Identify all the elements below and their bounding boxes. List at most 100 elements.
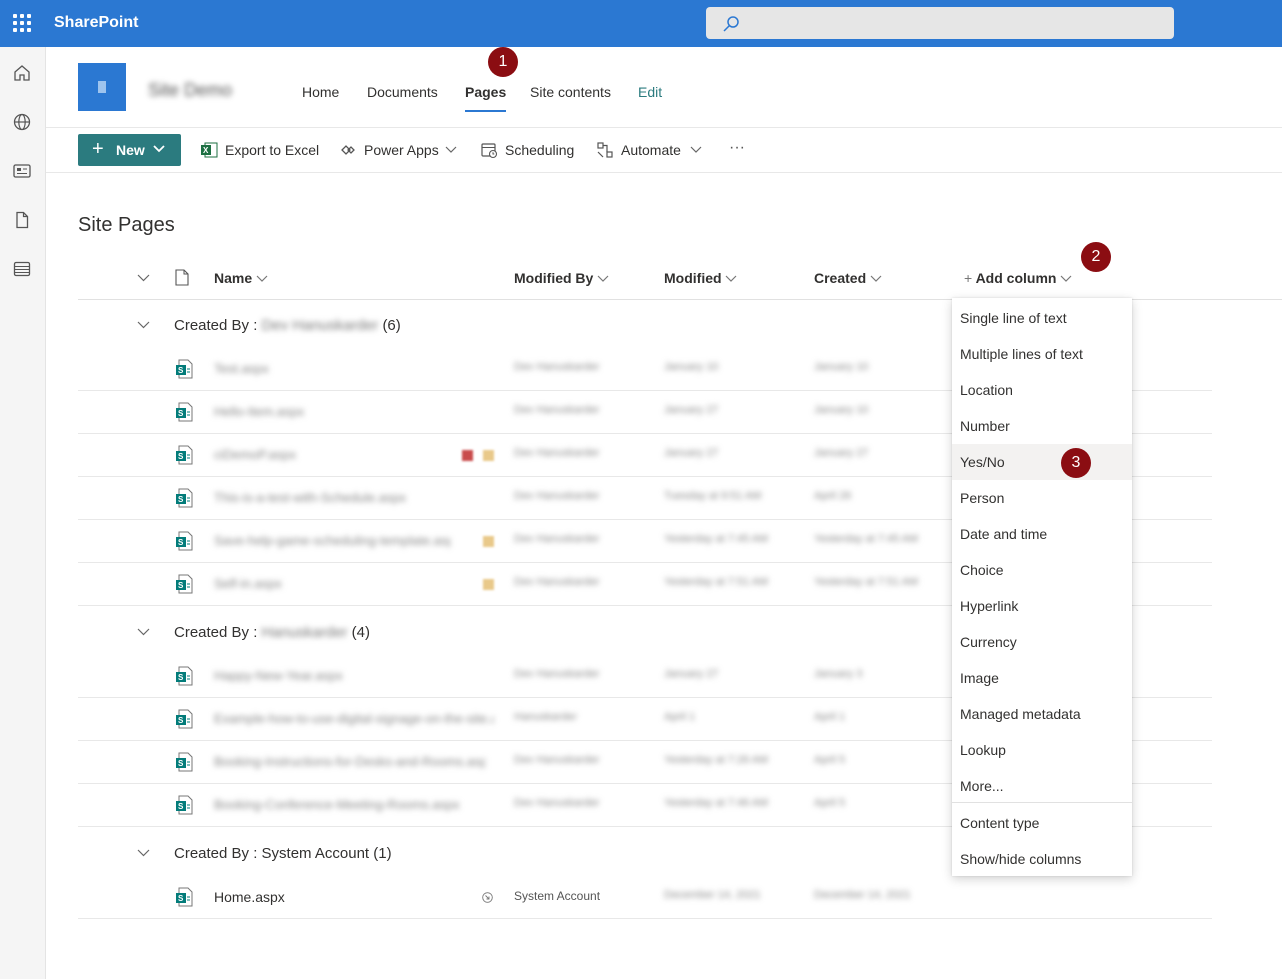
app-launcher-icon[interactable] xyxy=(13,14,31,32)
menu-item-managed-metadata[interactable]: Managed metadata xyxy=(952,696,1132,732)
menu-item-lookup[interactable]: Lookup xyxy=(952,732,1132,768)
modified-date: April 1 xyxy=(664,711,696,723)
chevron-down-icon[interactable] xyxy=(137,321,150,329)
nav-site-contents[interactable]: Site contents xyxy=(530,84,611,100)
automate-button[interactable]: Automate xyxy=(621,142,681,158)
created-date: April 5 xyxy=(814,754,846,766)
export-to-excel-button[interactable]: Export to Excel xyxy=(225,142,319,158)
menu-item-image[interactable]: Image xyxy=(952,660,1132,696)
menu-item-yes-no[interactable]: Yes/No xyxy=(952,444,1132,480)
modified-by: Dev Hanuskarder xyxy=(514,576,600,588)
menu-item-choice[interactable]: Choice xyxy=(952,552,1132,588)
menu-item-content-type[interactable]: Content type xyxy=(952,805,1132,841)
menu-item-single-line-of-text[interactable]: Single line of text xyxy=(952,300,1132,336)
file-type-icon[interactable] xyxy=(175,269,189,286)
file-name[interactable]: Home.aspx xyxy=(214,889,285,905)
group-header[interactable]: Created By : System Account (1) xyxy=(174,845,392,862)
svg-text:S: S xyxy=(178,409,184,418)
add-column-button[interactable]: + Add column xyxy=(964,270,1072,286)
chevron-down-icon[interactable] xyxy=(137,274,150,282)
svg-text:S: S xyxy=(178,495,184,504)
file-name[interactable]: Save-help-game-scheduling-template.aspx xyxy=(214,533,450,548)
nav-documents[interactable]: Documents xyxy=(367,84,438,100)
brand-title[interactable]: SharePoint xyxy=(54,14,138,32)
news-icon[interactable] xyxy=(12,161,32,181)
chevron-down-icon[interactable] xyxy=(137,628,150,636)
modified-by: Dev Hanuskarder xyxy=(514,404,600,416)
file-name[interactable]: Test.aspx xyxy=(214,361,269,376)
modified-by: Dev Hanuskarder xyxy=(514,447,600,459)
menu-item-date-and-time[interactable]: Date and time xyxy=(952,516,1132,552)
menu-item-label: Lookup xyxy=(960,742,1006,758)
power-apps-icon xyxy=(341,145,355,155)
menu-item-label: More... xyxy=(960,778,1004,794)
excel-icon: X xyxy=(201,142,218,158)
menu-item-label: Date and time xyxy=(960,526,1048,542)
file-name[interactable]: This-is-a-test-with-Schedule.aspx xyxy=(214,490,406,505)
chevron-down-icon[interactable] xyxy=(137,849,150,857)
menu-item-multiple-lines-of-text[interactable]: Multiple lines of text xyxy=(952,336,1132,372)
file-name[interactable]: Hello-Item.aspx xyxy=(214,404,304,419)
menu-item-label: Multiple lines of text xyxy=(960,346,1083,362)
chevron-down-icon[interactable] xyxy=(445,146,457,154)
modified-by: Dev Hanuskarder xyxy=(514,533,600,545)
site-name[interactable]: Site Demo xyxy=(148,80,232,101)
nav-home[interactable]: Home xyxy=(302,84,339,100)
modified-date: Tuesday at 9:51 AM xyxy=(664,490,762,502)
menu-item-label: Managed metadata xyxy=(960,706,1081,722)
menu-item-location[interactable]: Location xyxy=(952,372,1132,408)
page-title: Site Pages xyxy=(78,214,175,236)
created-date: January 27 xyxy=(814,447,869,459)
group-header[interactable]: Created By : Dev Hanuskarder (6) xyxy=(174,317,401,334)
menu-item-hyperlink[interactable]: Hyperlink xyxy=(952,588,1132,624)
menu-item-person[interactable]: Person xyxy=(952,480,1132,516)
modified-date: January 27 xyxy=(664,447,719,459)
nav-pages[interactable]: Pages xyxy=(465,84,507,112)
file-name[interactable]: ciDemoP.aspx xyxy=(214,447,296,462)
site-logo[interactable] xyxy=(78,63,126,111)
group-header[interactable]: Created By : Hanuskarder (4) xyxy=(174,624,370,641)
column-header-modified[interactable]: Modified xyxy=(664,270,737,286)
menu-item-label: Image xyxy=(960,670,999,686)
modified-by: Dev Hanuskarder xyxy=(514,754,600,766)
modified-by: System Account xyxy=(514,889,601,903)
menu-item-number[interactable]: Number xyxy=(952,408,1132,444)
new-button[interactable]: + New xyxy=(78,134,181,166)
chevron-down-icon xyxy=(597,275,609,282)
step-marker: 3 xyxy=(1061,448,1091,478)
power-apps-button[interactable]: Power Apps xyxy=(364,142,439,158)
created-date: January 10 xyxy=(814,404,869,416)
sharepoint-page-icon: S xyxy=(176,445,193,465)
file-name[interactable]: Booking-Instructions-for-Desks-and-Rooms… xyxy=(214,754,486,769)
file-icon[interactable] xyxy=(12,210,32,230)
column-header-name[interactable]: Name xyxy=(214,270,268,286)
home-icon[interactable] xyxy=(12,63,32,83)
file-name[interactable]: Example-how-to-use-digital-signage-on-th… xyxy=(214,711,494,726)
column-name-label: Name xyxy=(214,270,253,286)
group-count: (6) xyxy=(382,317,401,334)
menu-item-show-hide-columns[interactable]: Show/hide columns xyxy=(952,841,1132,877)
scheduling-button[interactable]: Scheduling xyxy=(505,142,574,158)
chevron-down-icon[interactable] xyxy=(690,146,702,154)
add-column-menu: Single line of text Multiple lines of te… xyxy=(952,298,1132,876)
modified-by: Dev Hanuskarder xyxy=(514,490,600,502)
menu-item-more[interactable]: More... xyxy=(952,768,1132,804)
list-icon[interactable] xyxy=(12,259,32,279)
more-options-button[interactable]: ··· xyxy=(729,139,745,157)
search-input[interactable] xyxy=(706,7,1174,39)
file-name[interactable]: Happy-New-Year.aspx xyxy=(214,668,343,683)
group-count: (4) xyxy=(351,624,370,641)
created-date: Yesterday at 7:51 AM xyxy=(814,576,919,588)
file-name[interactable]: Booking-Conference-Meeting-Rooms.aspx xyxy=(214,797,460,812)
nav-edit[interactable]: Edit xyxy=(638,84,662,100)
table-row[interactable]: S Home.aspx System Account December 14, … xyxy=(78,876,1212,919)
column-header-modified-by[interactable]: Modified By xyxy=(514,270,609,286)
column-header-created[interactable]: Created xyxy=(814,270,882,286)
menu-item-currency[interactable]: Currency xyxy=(952,624,1132,660)
file-name[interactable]: Self-in.aspx xyxy=(214,576,282,591)
home-page-icon xyxy=(482,892,493,903)
globe-icon[interactable] xyxy=(12,112,32,132)
sharepoint-page-icon: S xyxy=(176,402,193,422)
svg-text:X: X xyxy=(203,146,209,155)
menu-item-label: Single line of text xyxy=(960,310,1067,326)
